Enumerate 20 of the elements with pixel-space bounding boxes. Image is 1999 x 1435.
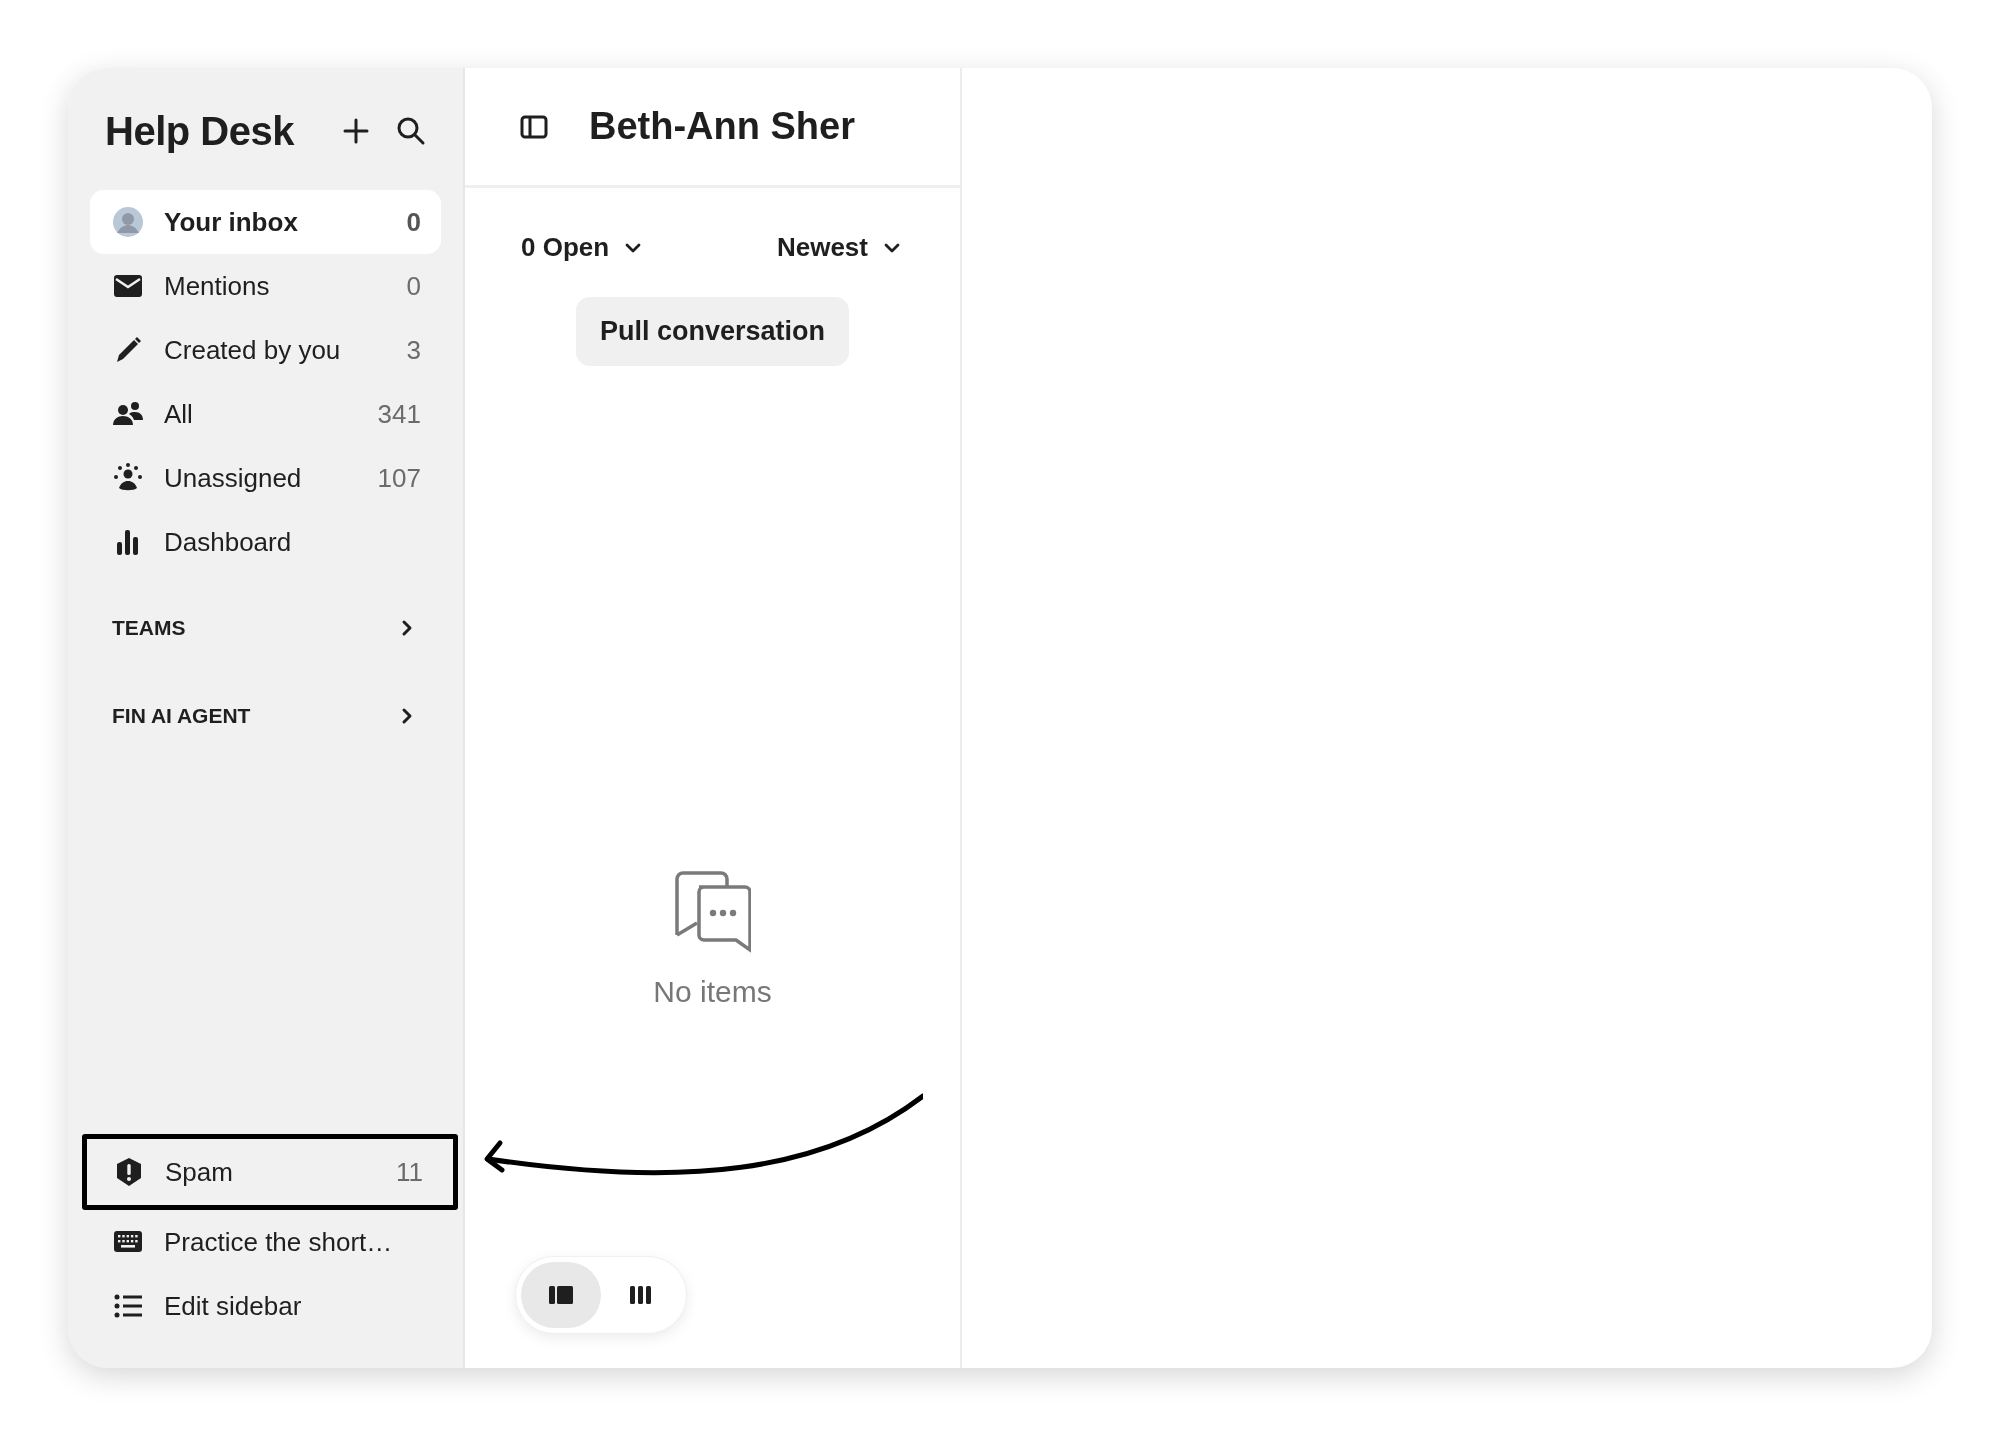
sort-dropdown[interactable]: Newest: [776, 228, 902, 267]
sidebar-item[interactable]: Mentions 0: [90, 254, 441, 318]
empty-message: No items: [653, 973, 772, 1010]
sidebar-item[interactable]: Spam 11: [82, 1134, 458, 1210]
app-title: Help Desk: [105, 108, 294, 155]
avatar-icon: [112, 206, 144, 238]
chat-bubbles-icon: [674, 870, 751, 953]
sidebar-item[interactable]: Edit sidebar: [90, 1274, 441, 1338]
pull-conversation-button[interactable]: Pull conversation: [575, 297, 850, 366]
status-dropdown[interactable]: 0 Open: [521, 228, 644, 267]
sidebar-item[interactable]: Your inbox 0: [90, 190, 441, 254]
sidebar-item[interactable]: Dashboard: [90, 510, 441, 574]
sidebar-item[interactable]: Created by you 3: [90, 318, 441, 382]
sidebar-item[interactable]: Unassigned 107: [90, 446, 441, 510]
sidebar-item[interactable]: Practice the short…: [90, 1210, 441, 1274]
layout-option[interactable]: [521, 1262, 601, 1328]
inbox-title: Beth-Ann Sher: [589, 103, 855, 149]
section-header[interactable]: FIN AI AGENT: [90, 692, 441, 740]
section-header[interactable]: TEAMS: [90, 604, 441, 652]
sidebar-item[interactable]: All 341: [90, 382, 441, 446]
